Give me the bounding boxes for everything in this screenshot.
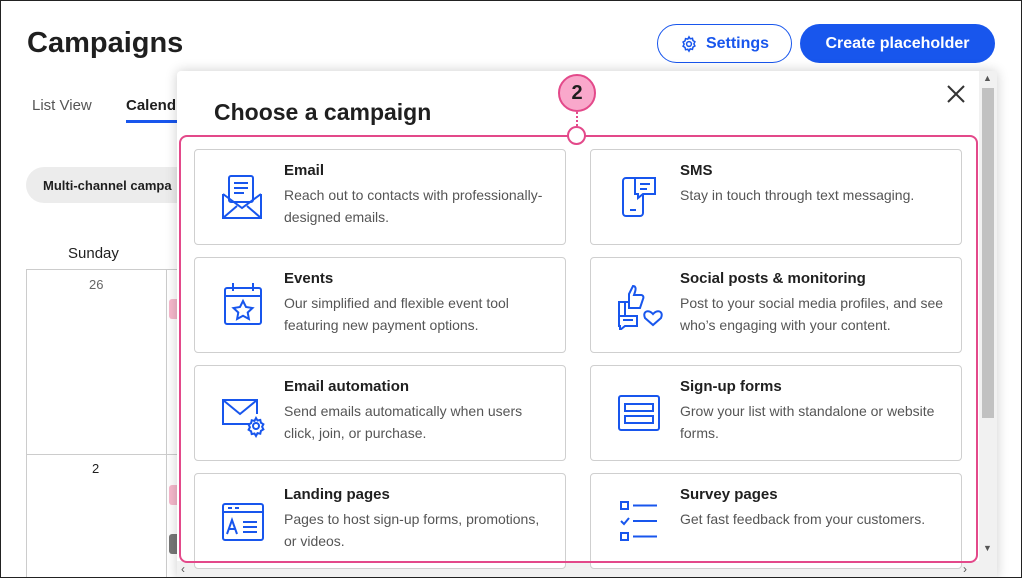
date-cell-number: 26 (89, 277, 104, 292)
scroll-up-icon[interactable]: ▲ (983, 73, 992, 83)
vertical-scrollbar[interactable]: ▲ ▼ (979, 71, 997, 577)
callout-connector (576, 112, 578, 126)
settings-label: Settings (705, 34, 770, 52)
active-tab-indicator (126, 120, 182, 123)
close-icon[interactable] (945, 83, 967, 105)
modal-title: Choose a campaign (214, 99, 432, 125)
calendar-column-divider (166, 269, 167, 577)
step-callout-badge: 2 (558, 74, 596, 112)
app-window: Campaigns Settings Create placeholder Li… (0, 0, 1022, 578)
filter-pill[interactable]: Multi-channel campa (26, 167, 196, 203)
scroll-right-icon[interactable]: › (963, 562, 967, 576)
calendar-grid (26, 269, 186, 577)
page-title: Campaigns (27, 27, 184, 59)
day-header-sunday: Sunday (68, 245, 119, 262)
create-placeholder-button[interactable]: Create placeholder (800, 24, 995, 63)
gear-icon (682, 34, 696, 53)
tab-calendar[interactable]: Calend (126, 97, 176, 114)
callout-anchor (567, 126, 586, 145)
highlight-frame (179, 135, 978, 563)
settings-button[interactable]: Settings (657, 24, 792, 63)
calendar-row-divider (26, 454, 186, 455)
scroll-down-icon[interactable]: ▼ (983, 543, 992, 553)
scroll-left-icon[interactable]: ‹ (181, 562, 185, 576)
date-cell-number: 2 (92, 461, 100, 476)
tab-list-view[interactable]: List View (32, 97, 92, 114)
scroll-thumb[interactable] (982, 88, 994, 418)
